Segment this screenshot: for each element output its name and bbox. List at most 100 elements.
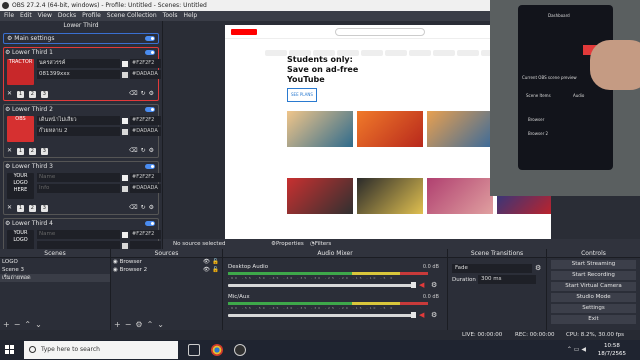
down-icon[interactable]: ⌄ [157, 320, 164, 329]
down-icon[interactable]: ⌄ [35, 320, 42, 329]
close-icon[interactable]: ✕ [7, 90, 12, 98]
source-item[interactable]: ◉ Browser 👁 🔓 [111, 258, 222, 266]
taskbar-search[interactable]: Type here to search [24, 341, 178, 359]
gear-icon[interactable]: ⚙ [149, 204, 154, 211]
hotkey-2[interactable]: 2 [28, 91, 36, 98]
gear-icon[interactable]: ⚙ [149, 90, 154, 97]
menu-docks[interactable]: Docks [55, 11, 79, 21]
remove-icon[interactable]: − [14, 320, 21, 329]
hotkey-1[interactable]: 1 [16, 148, 24, 155]
close-icon[interactable]: ✕ [7, 147, 12, 155]
refresh-icon[interactable]: ↻ [141, 204, 146, 211]
start-streaming-button[interactable]: Start Streaming [551, 260, 636, 269]
start-recording-button[interactable]: Start Recording [551, 271, 636, 280]
color-hex-field[interactable]: #DADADA [130, 127, 161, 136]
gear-icon[interactable]: ⚙ [5, 48, 10, 57]
settings-button[interactable]: Settings [551, 304, 636, 313]
hotkey-1[interactable]: 1 [16, 91, 24, 98]
color-swatch[interactable] [122, 232, 128, 238]
lower-third-toggle[interactable] [145, 221, 155, 226]
color-hex-field[interactable]: #F2F2F2 [130, 59, 161, 68]
color-hex-field[interactable]: #F2F2F2 [130, 173, 161, 182]
menu-scene-collection[interactable]: Scene Collection [104, 11, 160, 21]
lower-third-toggle[interactable] [145, 164, 155, 169]
studio-mode-button[interactable]: Studio Mode [551, 293, 636, 302]
duration-spinbox[interactable]: 300 ms [478, 275, 536, 284]
properties-button[interactable]: ⚙Properties [271, 239, 304, 249]
transition-type-select[interactable]: Fade [452, 264, 532, 273]
color-swatch[interactable] [122, 186, 128, 192]
color-hex-field[interactable]: #DADADA [130, 184, 161, 193]
eye-icon[interactable]: 👁 [203, 258, 210, 266]
volume-slider[interactable] [228, 284, 416, 287]
color-swatch[interactable] [122, 175, 128, 181]
remove-icon[interactable]: − [125, 320, 132, 329]
up-icon[interactable]: ⌃ [24, 320, 31, 329]
gear-icon[interactable]: ⚙ [431, 312, 437, 319]
lower-third-logo[interactable]: YOUR LOGO HERE [7, 173, 34, 199]
menu-help[interactable]: Help [180, 11, 200, 21]
exit-button[interactable]: Exit [551, 315, 636, 324]
color-swatch[interactable] [122, 129, 128, 135]
menu-profile[interactable]: Profile [79, 11, 104, 21]
menu-tools[interactable]: Tools [160, 11, 181, 21]
menu-file[interactable]: File [1, 11, 17, 21]
color-hex-field[interactable]: #F2F2F2 [130, 230, 161, 239]
lower-third-logo[interactable]: YOUR LOGO [7, 230, 34, 249]
hotkey-3[interactable]: 3 [40, 205, 48, 212]
hotkey-2[interactable]: 2 [28, 205, 36, 212]
color-hex-field[interactable]: #DADADA [130, 70, 161, 79]
lower-third-logo[interactable]: OBS [7, 116, 34, 142]
name-field[interactable]: Name [37, 173, 120, 182]
color-hex-field[interactable]: #F2F2F2 [130, 116, 161, 125]
hotkey-1[interactable]: 1 [16, 205, 24, 212]
clear-icon[interactable]: ⌫ [129, 204, 137, 211]
gear-icon[interactable]: ⚙ [135, 320, 142, 329]
preview-canvas[interactable]: Students only: Save on ad-free YouTube S… [163, 0, 640, 249]
color-swatch[interactable] [122, 118, 128, 124]
filters-button[interactable]: ◔Filters [310, 239, 331, 249]
hotkey-3[interactable]: 3 [40, 91, 48, 98]
windows-start-icon[interactable] [5, 345, 15, 355]
gear-icon[interactable]: ⚙ [535, 264, 541, 272]
gear-icon[interactable]: ⚙ [149, 147, 154, 154]
volume-slider[interactable] [228, 314, 416, 317]
volume-slider-handle[interactable] [411, 312, 416, 318]
task-view-icon[interactable] [188, 344, 200, 356]
name-field[interactable]: เดินหน้าไม่เสียว [37, 116, 120, 125]
color-swatch[interactable] [122, 61, 128, 67]
chrome-icon[interactable] [211, 344, 223, 356]
lock-icon[interactable]: 🔓 [212, 258, 219, 266]
refresh-icon[interactable]: ↻ [141, 90, 146, 97]
speaker-mute-icon[interactable]: ◀ [419, 312, 426, 319]
obs-taskbar-icon[interactable] [234, 344, 246, 356]
info-field[interactable] [37, 241, 120, 249]
menu-edit[interactable]: Edit [17, 11, 35, 21]
lower-third-toggle[interactable] [145, 50, 155, 55]
taskbar-clock[interactable]: 10:58 18/7/2565 [598, 342, 626, 358]
add-icon[interactable]: + [114, 320, 121, 329]
menu-view[interactable]: View [35, 11, 55, 21]
source-item[interactable]: ◉ Browser 2 👁 🔓 [111, 266, 222, 274]
eye-icon[interactable]: 👁 [203, 266, 210, 274]
main-settings-bar[interactable]: ⚙ Main settings [3, 33, 159, 44]
color-swatch[interactable] [122, 72, 128, 78]
name-field[interactable]: Name [37, 230, 120, 239]
close-icon[interactable]: ✕ [7, 204, 12, 212]
scene-item-selected[interactable]: เริ่มถ่ายทอด [0, 274, 110, 282]
name-field[interactable]: นครสวรรค์ [37, 59, 120, 68]
lower-third-logo[interactable]: TRACTOR [7, 59, 34, 85]
hotkey-3[interactable]: 3 [40, 148, 48, 155]
tray-icons[interactable]: ⌃ ▭ ◀ [567, 346, 586, 353]
volume-slider-handle[interactable] [411, 282, 416, 288]
info-field[interactable]: 081399xxx [37, 70, 120, 79]
up-icon[interactable]: ⌃ [147, 320, 154, 329]
speaker-mute-icon[interactable]: ◀ [419, 282, 426, 289]
info-field[interactable]: ก๊วยหลาบ 2 [37, 127, 120, 136]
gear-icon[interactable]: ⚙ [5, 219, 10, 228]
gear-icon[interactable]: ⚙ [5, 105, 10, 114]
add-icon[interactable]: + [3, 320, 10, 329]
main-settings-toggle[interactable] [145, 36, 155, 41]
clear-icon[interactable]: ⌫ [129, 147, 137, 154]
scene-item[interactable]: Scene 3 [0, 266, 110, 274]
